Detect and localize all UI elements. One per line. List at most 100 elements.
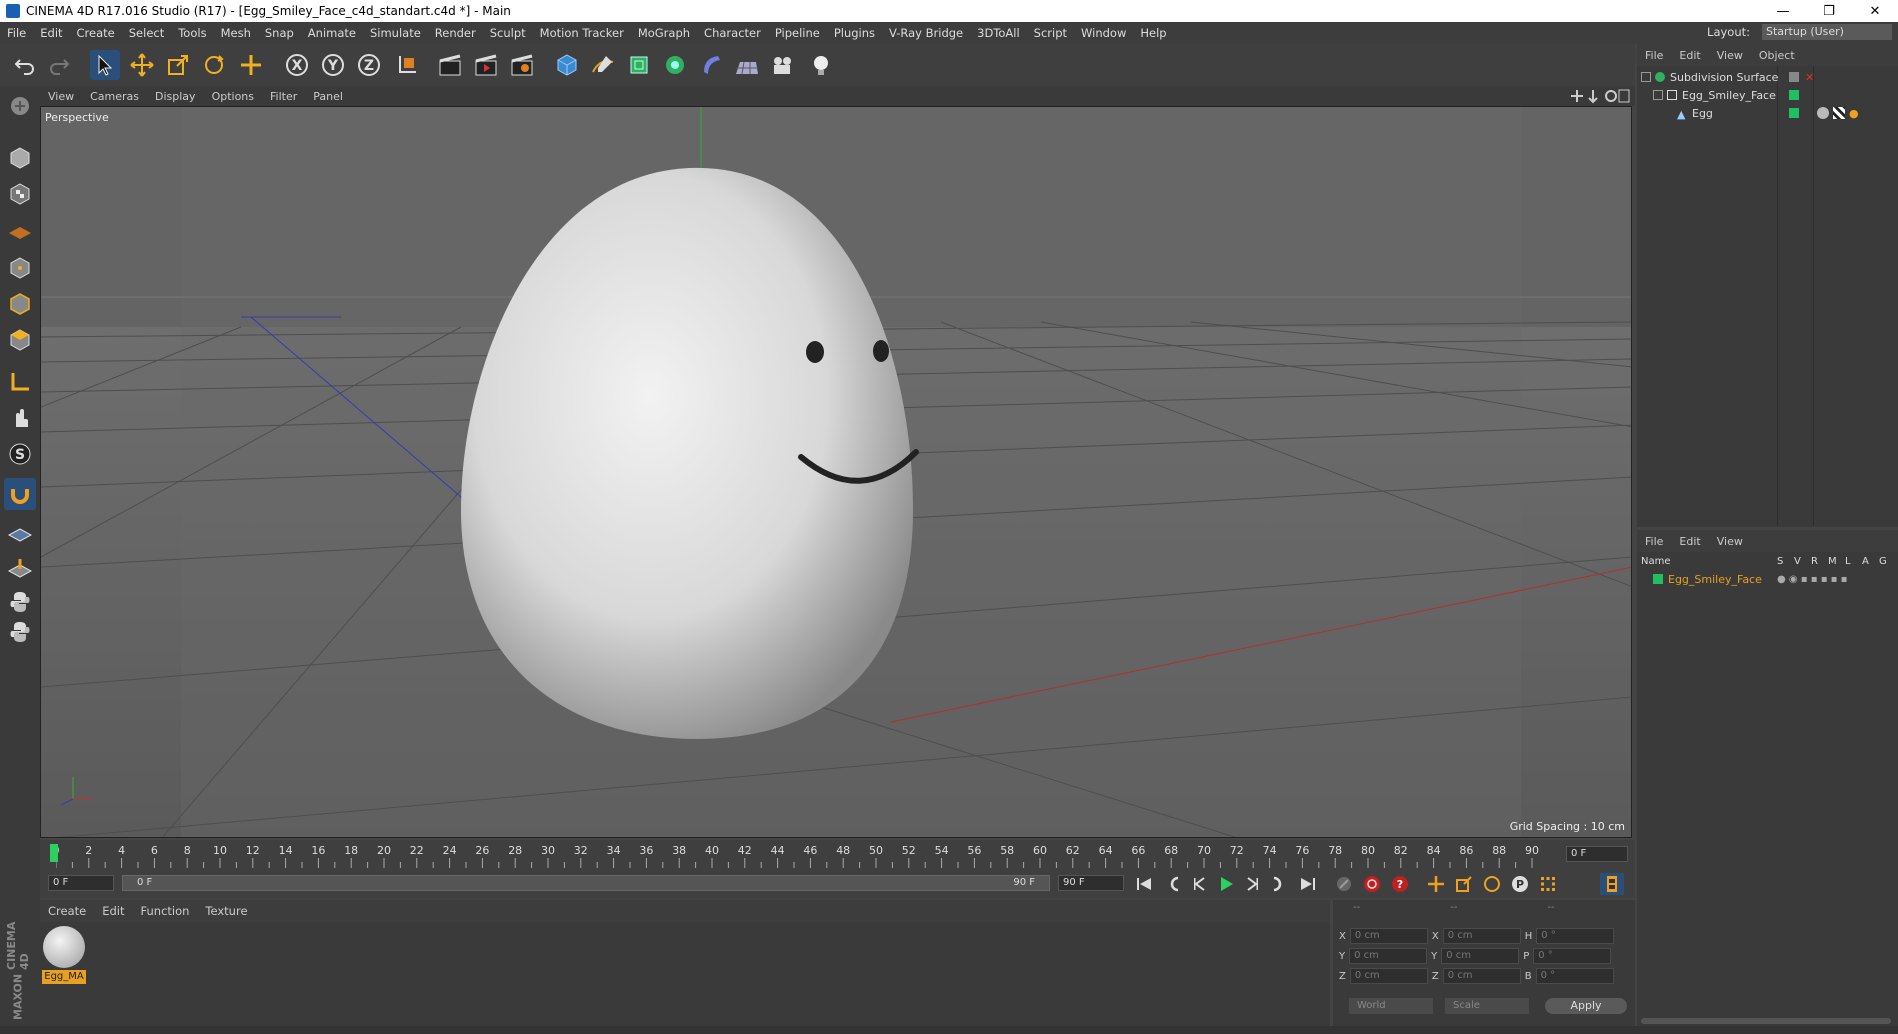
menu-edit[interactable]: Edit [33, 26, 69, 40]
previous-key-button[interactable] [1162, 873, 1186, 895]
vp-menu-cameras[interactable]: Cameras [82, 90, 147, 103]
rotate-tool-button[interactable] [199, 50, 229, 80]
tweak-mode-button[interactable] [4, 402, 36, 434]
key-rotation-button[interactable] [1480, 873, 1504, 895]
layer-toggle-icons[interactable]: ● ◉ ▪ ▪ ▪ ▪ ▪ [1777, 574, 1847, 585]
menu-vray-bridge[interactable]: V-Ray Bridge [882, 26, 970, 40]
timeline-playhead[interactable] [50, 844, 58, 862]
minimize-button[interactable]: — [1760, 0, 1806, 22]
previous-frame-button[interactable] [1188, 873, 1212, 895]
menu-animate[interactable]: Animate [301, 26, 363, 40]
mat-menu-function[interactable]: Function [133, 904, 198, 918]
vp-menu-filter[interactable]: Filter [262, 90, 305, 103]
add-deformer-button[interactable] [696, 50, 726, 80]
vp-menu-panel[interactable]: Panel [305, 90, 351, 103]
menu-simulate[interactable]: Simulate [363, 26, 428, 40]
scale-tool-button[interactable] [163, 50, 193, 80]
obj-menu-view[interactable]: View [1709, 49, 1751, 62]
make-editable-button[interactable] [4, 90, 36, 122]
model-mode-button[interactable] [4, 142, 36, 174]
next-frame-button[interactable] [1240, 873, 1264, 895]
rot-h-field[interactable]: 0 ° [1536, 928, 1615, 944]
menu-render[interactable]: Render [428, 26, 483, 40]
undo-button[interactable] [10, 50, 40, 80]
key-pla-button[interactable] [1536, 873, 1560, 895]
obj-menu-object[interactable]: Object [1751, 49, 1803, 62]
layer-row-egg-smiley-face[interactable]: Egg_Smiley_Face ● ◉ ▪ ▪ ▪ ▪ ▪ [1653, 570, 1896, 588]
layer-menu-view[interactable]: View [1709, 535, 1751, 548]
restore-button[interactable]: ❐ [1806, 0, 1852, 22]
go-to-start-button[interactable] [1132, 873, 1156, 895]
horizontal-scrollbar[interactable] [1641, 1018, 1891, 1024]
object-row-egg-smiley-face[interactable]: Egg_Smiley_Face [1653, 86, 1896, 104]
axis-mode-button[interactable] [4, 366, 36, 398]
menu-create[interactable]: Create [70, 26, 122, 40]
layer-menu-edit[interactable]: Edit [1671, 535, 1708, 548]
workplane-mode-button[interactable] [4, 214, 36, 246]
points-mode-button[interactable] [4, 252, 36, 284]
timeline-options-button[interactable] [1600, 873, 1624, 895]
add-camera-button[interactable] [768, 50, 798, 80]
layer-menu-file[interactable]: File [1637, 535, 1671, 548]
coordinate-system-button[interactable] [392, 50, 422, 80]
key-parameter-button[interactable]: P [1508, 873, 1532, 895]
menu-character[interactable]: Character [697, 26, 768, 40]
collapse-toggle-icon[interactable] [1641, 72, 1651, 82]
frame-range-slider[interactable]: 0 F 90 F [122, 875, 1050, 891]
disabled-x-icon[interactable]: ✕ [1805, 71, 1814, 84]
viewport-nav-icons[interactable] [1571, 88, 1631, 104]
menu-script[interactable]: Script [1027, 26, 1074, 40]
menu-help[interactable]: Help [1133, 26, 1173, 40]
next-key-button[interactable] [1266, 873, 1290, 895]
vp-menu-view[interactable]: View [40, 90, 82, 103]
python-script-button[interactable] [4, 616, 36, 648]
rot-p-field[interactable]: 0 ° [1533, 948, 1612, 964]
add-mograph-button[interactable] [660, 50, 690, 80]
add-spline-button[interactable] [588, 50, 618, 80]
pos-x-field[interactable]: 0 cm [1349, 928, 1428, 944]
vp-menu-display[interactable]: Display [147, 90, 204, 103]
keyframe-selection-button[interactable]: ? [1388, 873, 1412, 895]
edit-render-settings-button[interactable] [507, 50, 537, 80]
obj-menu-file[interactable]: File [1637, 49, 1671, 62]
object-row-egg[interactable]: ▲ Egg ● [1677, 104, 1896, 122]
pos-z-field[interactable]: 0 cm [1349, 968, 1428, 984]
key-scale-button[interactable] [1452, 873, 1476, 895]
mat-menu-edit[interactable]: Edit [94, 904, 132, 918]
autokey-button[interactable] [1360, 873, 1384, 895]
add-subdivision-button[interactable] [624, 50, 654, 80]
size-y-field[interactable]: 0 cm [1441, 948, 1520, 964]
magnet-button[interactable] [4, 478, 36, 510]
record-keys-button[interactable] [1332, 873, 1356, 895]
play-button[interactable] [1214, 873, 1238, 895]
world-dropdown[interactable]: World [1349, 998, 1433, 1014]
menu-pipeline[interactable]: Pipeline [768, 26, 827, 40]
sculpt-button[interactable] [4, 552, 36, 584]
texture-mode-button[interactable] [4, 178, 36, 210]
material-tag-icon[interactable] [1817, 107, 1829, 119]
rot-b-field[interactable]: 0 ° [1535, 968, 1614, 984]
x-axis-button[interactable]: X [282, 50, 312, 80]
render-view-button[interactable] [435, 50, 465, 80]
collapse-toggle-icon[interactable] [1653, 90, 1663, 100]
mat-menu-create[interactable]: Create [40, 904, 94, 918]
close-button[interactable]: ✕ [1852, 0, 1898, 22]
solo-mode-button[interactable] [4, 516, 36, 548]
menu-tools[interactable]: Tools [171, 26, 213, 40]
phong-tag-icon[interactable]: ● [1849, 107, 1861, 120]
viewport-perspective[interactable]: Perspective Grid Spacing : 10 cm [40, 106, 1632, 838]
object-row-subdivision[interactable]: Subdivision Surface ✕ [1641, 68, 1896, 86]
menu-3dtoall[interactable]: 3DToAll [970, 26, 1027, 40]
menu-mesh[interactable]: Mesh [214, 26, 258, 40]
menu-snap[interactable]: Snap [258, 26, 301, 40]
obj-menu-edit[interactable]: Edit [1671, 49, 1708, 62]
menu-plugins[interactable]: Plugins [827, 26, 882, 40]
vp-menu-options[interactable]: Options [204, 90, 262, 103]
redo-button[interactable] [44, 50, 74, 80]
live-selection-button[interactable] [236, 50, 266, 80]
add-light-button[interactable] [806, 50, 836, 80]
pos-y-field[interactable]: 0 cm [1349, 948, 1428, 964]
add-cube-button[interactable] [552, 50, 582, 80]
snap-button[interactable]: S [4, 438, 36, 470]
current-frame-field[interactable]: 0 F [1566, 846, 1628, 862]
